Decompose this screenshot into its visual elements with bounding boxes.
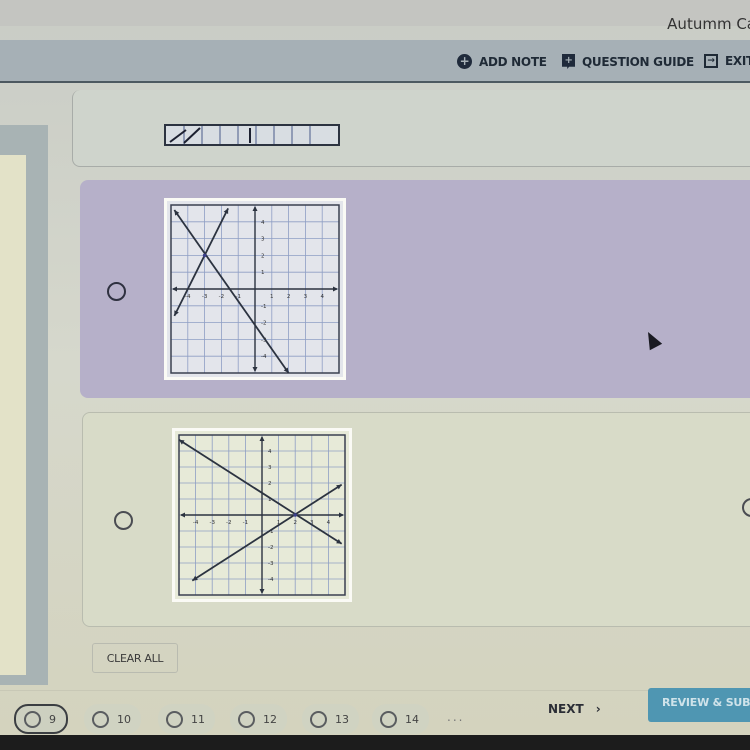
toolbar: + ADD NOTE + QUESTION GUIDE → EXIT: [0, 40, 750, 83]
option-2-graph: -4 -3 -2 -1 1 2 3 4 4 3 2 1 -1 -2 -3 -4: [172, 428, 352, 602]
footer-divider: [0, 690, 750, 691]
x-tick-label: -1: [243, 520, 248, 526]
y-tick-label: -1: [261, 304, 266, 310]
clear-all-button[interactable]: CLEAR ALL: [92, 643, 178, 673]
question-status-icon: [380, 710, 397, 728]
x-tick-label: 4: [327, 520, 331, 526]
x-tick-label: -3: [202, 294, 208, 300]
question-nav-more[interactable]: ...: [447, 710, 464, 724]
strip-grid: [183, 126, 311, 144]
option-1-graph-svg: -4 -3 -2 -1 1 2 3 44321-1-2-3-4: [170, 204, 340, 374]
screen: Autumm Ca + ADD NOTE + QUESTION GUIDE → …: [0, 0, 750, 735]
question-nav-12[interactable]: 12: [230, 704, 287, 734]
x-tick-label: -4: [193, 520, 199, 526]
y-tick-label: 2: [268, 481, 272, 487]
plus-circle-icon: +: [457, 54, 472, 69]
y-tick-label: -3: [268, 561, 274, 567]
x-axis-arrow-left: [180, 512, 185, 518]
question-guide-label: QUESTION GUIDE: [582, 54, 694, 69]
review-submit-button[interactable]: REVIEW & SUBM: [648, 688, 750, 722]
strip-line-b: [183, 127, 201, 144]
x-axis-arrow-right: [333, 286, 338, 292]
x-tick-label: -2: [219, 294, 224, 300]
question-guide-button[interactable]: + QUESTION GUIDE: [562, 54, 694, 69]
question-status-icon: [92, 710, 109, 728]
x-tick-label: -4: [185, 294, 191, 300]
y-tick-label: -2: [268, 545, 273, 551]
line-a-arrow-start: [174, 310, 179, 316]
x-tick-label: 1: [270, 294, 274, 300]
y-tick-label: 1: [261, 270, 265, 276]
x-tick-label: 2: [293, 520, 297, 526]
exit-icon: →: [704, 54, 718, 68]
chevron-right-icon: ›: [595, 702, 601, 716]
question-panel-inner: [0, 155, 26, 675]
option-2-radio[interactable]: [114, 511, 133, 530]
question-nav-13[interactable]: 13: [302, 704, 359, 734]
x-tick-label: 2: [287, 294, 291, 300]
next-label: NEXT: [548, 702, 584, 716]
y-tick-label: 3: [268, 465, 272, 471]
line-a-arrow-end: [223, 208, 229, 214]
x-tick-label: -3: [209, 520, 215, 526]
add-note-label: ADD NOTE: [479, 54, 547, 69]
exit-label: EXIT: [725, 54, 750, 68]
question-status-icon: [238, 710, 255, 728]
y-tick-label: -2: [261, 321, 266, 327]
y-tick-label: 2: [261, 253, 265, 259]
x-tick-label: -2: [226, 520, 231, 526]
y-axis-arrow-down: [252, 367, 258, 372]
x-tick-label: 3: [304, 294, 308, 300]
x-axis-arrow-right: [339, 512, 344, 518]
add-note-button[interactable]: + ADD NOTE: [457, 54, 547, 69]
app-title: Autumm Ca: [667, 15, 750, 33]
x-axis-arrow-left: [172, 286, 177, 292]
y-tick-label: -4: [261, 354, 267, 360]
y-axis-arrow-up: [259, 436, 265, 441]
question-nav-9[interactable]: 9: [14, 704, 68, 734]
y-tick-label: 4: [268, 449, 272, 455]
option-2-graph-svg: -4 -3 -2 -1 1 2 3 44321-1-2-3-4: [178, 434, 346, 596]
x-tick-label: 4: [320, 294, 324, 300]
intersection-point: [202, 253, 207, 258]
question-status-icon: [310, 710, 327, 728]
question-status-icon: [166, 710, 183, 728]
graph-2-line-a: [178, 439, 343, 545]
y-tick-label: 4: [261, 220, 265, 226]
y-tick-label: -4: [268, 577, 274, 583]
question-nav-11[interactable]: 11: [158, 704, 215, 734]
y-axis-arrow-down: [259, 589, 265, 594]
y-tick-label: 3: [261, 237, 265, 243]
top-bar: Autumm Ca: [0, 0, 750, 33]
next-button[interactable]: NEXT ›: [548, 702, 601, 716]
option-1-radio[interactable]: [107, 282, 126, 301]
option-1-graph: -4 -3 -2 -1 1 2 3 4 4 3 2 1 -1 -2 -3 -4: [164, 198, 346, 380]
question-status-icon: [24, 710, 41, 728]
exit-button[interactable]: → EXIT: [704, 54, 750, 68]
question-nav-14[interactable]: 14: [372, 704, 429, 734]
previous-graph-strip: [164, 124, 340, 146]
y-axis-arrow-up: [252, 206, 258, 211]
intersection-point: [293, 513, 297, 517]
question-nav-10[interactable]: 10: [84, 704, 141, 734]
bookmark-plus-icon: +: [562, 54, 575, 69]
